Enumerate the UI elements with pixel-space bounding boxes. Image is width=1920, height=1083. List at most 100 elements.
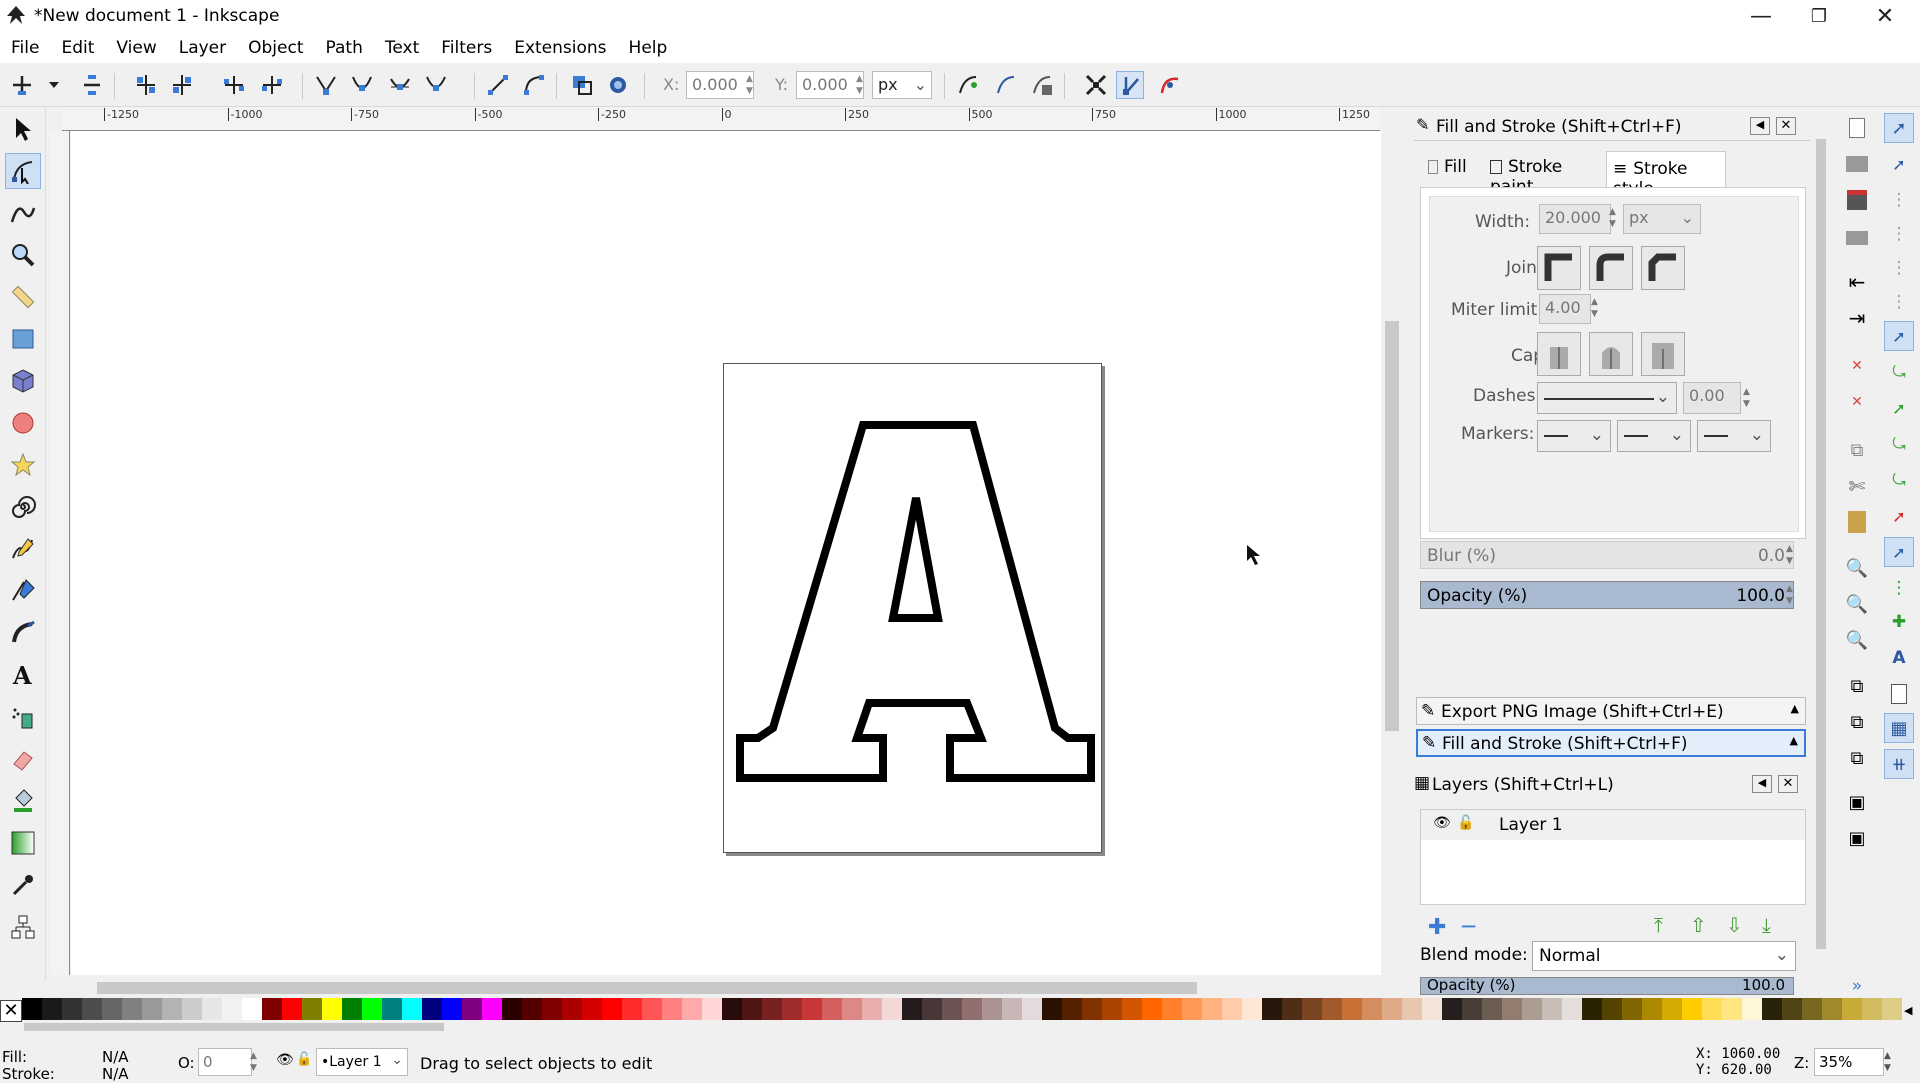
minimize-button[interactable]: — — [1730, 0, 1792, 33]
segment-curve-button[interactable] — [520, 71, 548, 99]
snap-bbox-corners-toggle[interactable]: ⋮ — [1884, 219, 1914, 249]
color-swatch[interactable] — [382, 998, 402, 1020]
color-swatch[interactable] — [1002, 998, 1022, 1020]
ungroup-button[interactable]: ▣ — [1842, 823, 1872, 853]
unit-select[interactable]: px ⌄ — [872, 71, 932, 99]
snap-intersections-toggle[interactable]: ➚ — [1884, 393, 1914, 423]
color-swatch[interactable] — [982, 998, 1002, 1020]
zoom-tool[interactable] — [5, 237, 41, 273]
close-button[interactable]: ✕ — [1854, 0, 1916, 33]
save-button[interactable] — [1842, 185, 1872, 215]
vertical-scroll-thumb[interactable] — [1385, 321, 1399, 731]
color-swatch[interactable] — [602, 998, 622, 1020]
color-swatch[interactable] — [222, 998, 242, 1020]
layers-close-button[interactable]: ✕ — [1778, 775, 1798, 793]
new-document-button[interactable] — [1842, 113, 1872, 143]
color-swatch[interactable] — [102, 998, 122, 1020]
width-input[interactable]: 20.000 — [1539, 204, 1611, 234]
more-commands-button[interactable]: » — [1842, 971, 1872, 1001]
connector-tool[interactable] — [5, 909, 41, 945]
color-swatch[interactable] — [1042, 998, 1062, 1020]
eye-icon[interactable]: 👁 — [1433, 815, 1451, 831]
status-opacity-input[interactable]: 0 — [198, 1048, 252, 1076]
color-swatch[interactable] — [1142, 998, 1162, 1020]
layer-opacity-slider[interactable]: Opacity (%) 100.0 — [1420, 977, 1794, 995]
rectangle-tool[interactable] — [5, 321, 41, 357]
menu-extensions[interactable]: Extensions — [503, 38, 617, 58]
fill-stroke-tab[interactable]: ✎ Fill and Stroke (Shift+Ctrl+F) ▲ — [1416, 729, 1806, 757]
color-swatch[interactable] — [942, 998, 962, 1020]
color-swatch[interactable] — [342, 998, 362, 1020]
raise-layer-button[interactable]: ⇧ — [1690, 913, 1707, 937]
layer-row[interactable]: 👁 🔓 Layer 1 — [1421, 810, 1805, 840]
show-handles-button[interactable] — [954, 71, 982, 99]
restore-button[interactable]: ❐ — [1788, 0, 1850, 33]
menu-object[interactable]: Object — [237, 38, 314, 58]
show-path-outline-button[interactable] — [1116, 71, 1144, 99]
palette-scroll-button[interactable]: ◀ — [1904, 1000, 1920, 1022]
status-opacity-spinner[interactable]: ▲ ▼ — [250, 1050, 257, 1074]
import-button[interactable]: ⇤ — [1842, 267, 1872, 297]
enable-snapping-toggle[interactable]: ➚ — [1884, 113, 1914, 143]
miter-limit-spinner[interactable]: ▲ ▼ — [1591, 296, 1598, 320]
no-paint-swatch[interactable]: ✕ — [0, 1000, 22, 1022]
color-swatch[interactable] — [1362, 998, 1382, 1020]
snap-centers-toggle[interactable]: ⋮ — [1884, 573, 1914, 603]
join-bevel-button[interactable] — [1641, 246, 1685, 290]
color-swatch[interactable] — [1582, 998, 1602, 1020]
color-swatch[interactable] — [962, 998, 982, 1020]
pen-tool[interactable] — [5, 573, 41, 609]
color-swatch[interactable] — [282, 998, 302, 1020]
layers-iconify-button[interactable]: ◀ — [1752, 775, 1772, 793]
color-swatch[interactable] — [1702, 998, 1722, 1020]
snap-bbox-toggle[interactable]: ➚ — [1884, 149, 1914, 179]
color-swatch[interactable] — [1622, 998, 1642, 1020]
mid-marker-select[interactable]: ⌄ — [1617, 420, 1691, 452]
menu-view[interactable]: View — [105, 38, 167, 58]
vertical-scrollbar[interactable] — [1382, 131, 1402, 975]
miter-limit-input[interactable]: 4.00 — [1539, 294, 1591, 324]
clone-button[interactable]: ⧉ — [1842, 707, 1872, 737]
color-swatch[interactable] — [1522, 998, 1542, 1020]
color-swatch[interactable] — [1382, 998, 1402, 1020]
color-swatch[interactable] — [1662, 998, 1682, 1020]
dock-scroll-thumb[interactable] — [1816, 139, 1826, 949]
color-swatch[interactable] — [922, 998, 942, 1020]
color-swatch[interactable] — [1542, 998, 1562, 1020]
color-swatch[interactable] — [1482, 998, 1502, 1020]
color-swatch[interactable] — [302, 998, 322, 1020]
snap-line-midpoints-toggle[interactable]: ➚ — [1884, 501, 1914, 531]
panel-close-button[interactable]: ✕ — [1776, 117, 1796, 135]
snap-others-toggle[interactable]: ➚ — [1884, 537, 1914, 567]
export-button[interactable]: ⇥ — [1842, 303, 1872, 333]
color-swatch[interactable] — [1722, 998, 1742, 1020]
dock-scrollbar[interactable] — [1814, 119, 1828, 989]
color-swatch[interactable] — [1882, 998, 1902, 1020]
cap-butt-button[interactable] — [1537, 332, 1581, 376]
selector-tool[interactable] — [5, 111, 41, 147]
iconify-button[interactable]: ◀ — [1750, 117, 1770, 135]
color-swatch[interactable] — [162, 998, 182, 1020]
color-swatch[interactable] — [482, 998, 502, 1020]
show-bbox-button[interactable] — [1082, 71, 1110, 99]
join-miter-button[interactable] — [1537, 246, 1581, 290]
tab-stroke-style[interactable]: ≡Stroke style — [1606, 151, 1726, 199]
glyph-a-outline[interactable] — [723, 363, 1102, 853]
edit-path-effect-button[interactable] — [1028, 71, 1056, 99]
color-swatch[interactable] — [1742, 998, 1762, 1020]
zoom-page-button[interactable]: 🔍 — [1842, 625, 1872, 655]
pencil-tool[interactable] — [5, 531, 41, 567]
layer-lock-icon[interactable]: 🔓 — [296, 1052, 312, 1067]
color-swatch[interactable] — [1682, 998, 1702, 1020]
cut-button[interactable]: ✄ — [1842, 471, 1872, 501]
dashes-select[interactable]: ⌄ — [1537, 382, 1677, 414]
color-swatch[interactable] — [582, 998, 602, 1020]
current-layer-select[interactable]: •Layer 1 ⌄ — [316, 1048, 408, 1076]
menu-edit[interactable]: Edit — [50, 38, 105, 58]
calligraphy-tool[interactable] — [5, 615, 41, 651]
color-swatch[interactable] — [362, 998, 382, 1020]
insert-node-button[interactable] — [8, 71, 36, 99]
delete-node-button[interactable] — [78, 71, 106, 99]
y-input[interactable]: 0.000 — [796, 71, 864, 99]
eraser-tool[interactable] — [5, 741, 41, 777]
